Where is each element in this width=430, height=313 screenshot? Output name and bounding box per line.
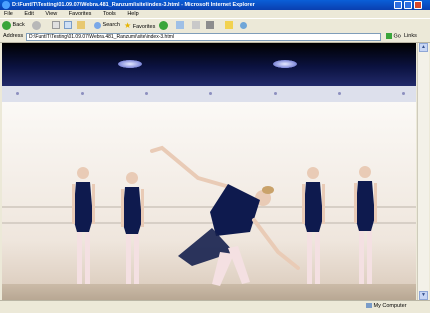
go-arrow-icon [386, 33, 392, 39]
links-button[interactable]: Links [404, 33, 417, 39]
folder-button[interactable] [225, 21, 233, 30]
close-button[interactable] [414, 1, 422, 9]
address-label: Address [3, 33, 24, 39]
student-dancer [121, 172, 144, 284]
page-viewport [2, 43, 416, 300]
stop-icon [52, 21, 60, 29]
home-icon [77, 21, 85, 29]
menu-help[interactable]: Help [127, 11, 138, 17]
messenger-button[interactable] [240, 21, 247, 30]
address-input[interactable] [26, 33, 381, 41]
back-button[interactable]: Back [2, 21, 25, 30]
refresh-button[interactable] [64, 21, 72, 30]
stop-button[interactable] [52, 21, 60, 30]
maximize-button[interactable] [404, 1, 412, 9]
mail-icon [176, 21, 184, 29]
header-logo-right-icon[interactable] [273, 60, 297, 68]
star-icon: ★ [124, 21, 132, 30]
scroll-down-icon[interactable]: ▼ [419, 291, 428, 300]
folder-icon [225, 21, 233, 29]
back-arrow-icon [2, 21, 11, 30]
nav-dot[interactable] [209, 92, 212, 95]
favorites-button[interactable]: ★ Favorites [124, 21, 155, 30]
address-bar: Address Go Links [0, 32, 430, 43]
window-title: D:\FuntIT\Testing\01.09.07\Webra.481_Ran… [12, 2, 255, 8]
menu-favorites[interactable]: Favorites [69, 11, 92, 17]
menu-view[interactable]: View [45, 11, 57, 17]
menu-bar: File Edit View Favorites Tools Help [0, 10, 430, 18]
student-dancer [302, 167, 325, 284]
search-button[interactable]: Search [94, 21, 120, 30]
nav-strip [2, 86, 416, 102]
print-button[interactable] [192, 21, 200, 30]
menu-edit[interactable]: Edit [24, 11, 33, 17]
edit-icon [206, 21, 214, 29]
print-icon [192, 21, 200, 29]
forward-arrow-icon [32, 21, 41, 30]
menu-tools[interactable]: Tools [103, 11, 116, 17]
dancers-illustration [72, 145, 377, 286]
student-dancer [354, 166, 377, 284]
forward-button[interactable] [32, 21, 41, 30]
refresh-icon [64, 21, 72, 29]
vertical-scrollbar[interactable]: ▲ ▼ [417, 43, 429, 300]
nav-dot[interactable] [274, 92, 277, 95]
title-bar: D:\FuntIT\Testing\01.09.07\Webra.481_Ran… [0, 0, 430, 10]
menu-file[interactable]: File [4, 11, 13, 17]
toolbar: Back Search ★ Favorites [0, 18, 430, 33]
nav-dot[interactable] [145, 92, 148, 95]
minimize-button[interactable] [394, 1, 402, 9]
nav-dot[interactable] [16, 92, 19, 95]
search-icon [94, 22, 101, 29]
zone-indicator: My Computer [366, 303, 407, 309]
student-dancer [72, 167, 95, 284]
scroll-up-icon[interactable]: ▲ [419, 43, 428, 52]
media-icon [159, 21, 168, 30]
header-logo-left-icon[interactable] [118, 60, 142, 68]
mail-button[interactable] [176, 21, 184, 30]
computer-icon [366, 303, 372, 309]
nav-dot[interactable] [81, 92, 84, 95]
messenger-icon [240, 22, 247, 29]
ie-logo-icon [2, 1, 10, 9]
nav-dot[interactable] [338, 92, 341, 95]
edit-button[interactable] [206, 21, 214, 30]
lead-dancer [150, 145, 300, 286]
status-bar: My Computer [0, 300, 430, 313]
go-button[interactable]: Go [386, 33, 401, 39]
hero-photo [2, 102, 416, 300]
media-button[interactable] [159, 21, 168, 30]
home-button[interactable] [77, 21, 85, 30]
site-header [2, 43, 416, 86]
nav-dot[interactable] [402, 92, 405, 95]
